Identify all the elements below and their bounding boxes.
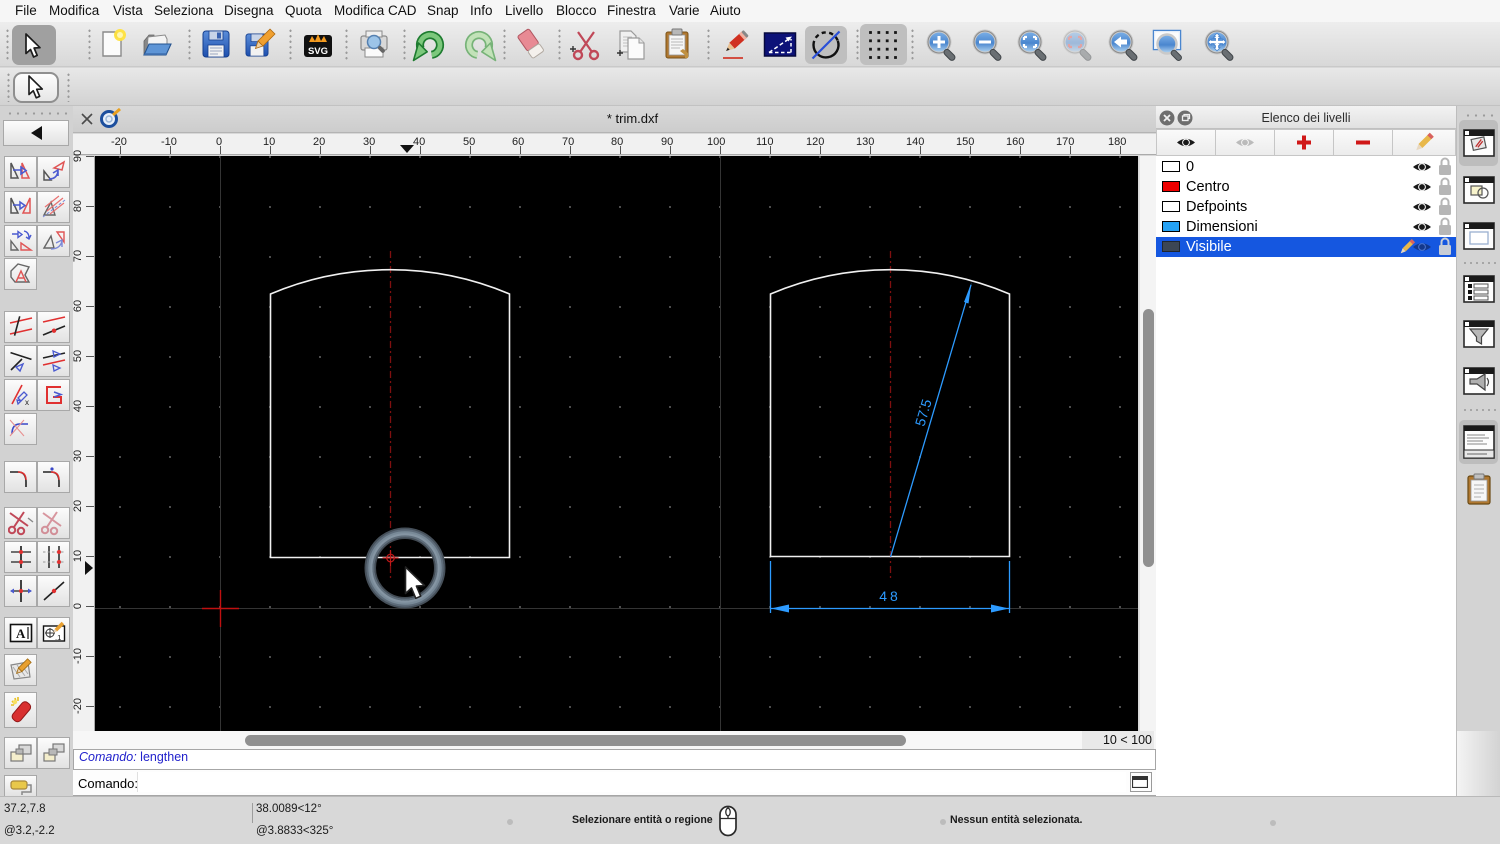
svg-text:A: A (16, 626, 26, 641)
svg-text:SVG: SVG (308, 46, 328, 57)
svg-text:.1: .1 (55, 633, 61, 642)
svg-text:x: x (25, 398, 29, 407)
svg-text:48: 48 (879, 588, 901, 604)
